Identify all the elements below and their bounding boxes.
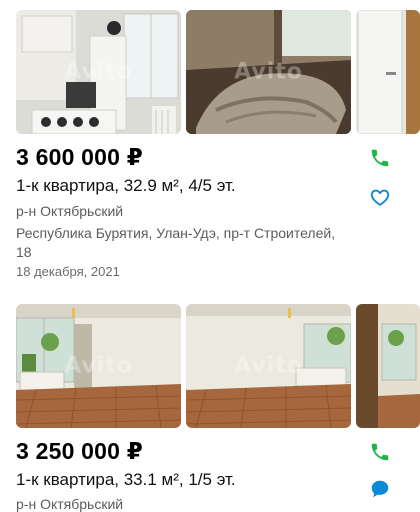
listing-photo[interactable]: Avito bbox=[16, 304, 181, 428]
listing-date: 18 декабря, 2021 bbox=[16, 264, 120, 279]
photo-gallery[interactable]: Avito Avito bbox=[16, 10, 420, 134]
chat-icon[interactable] bbox=[369, 478, 391, 500]
listing-card[interactable]: Avito Avito 3 250 000 ₽ 1-к квартира, 33… bbox=[0, 302, 420, 512]
listing-title[interactable]: 1-к квартира, 32.9 м², 4/5 эт. bbox=[16, 176, 236, 196]
photo-gallery[interactable]: Avito Avito bbox=[16, 304, 420, 428]
listing-district: р-н Октябрьский bbox=[16, 203, 124, 219]
listing-address: Республика Бурятия, Улан-Удэ, пр-т Строи… bbox=[16, 225, 336, 260]
phone-icon[interactable] bbox=[369, 441, 391, 463]
listing-title[interactable]: 1-к квартира, 33.1 м², 1/5 эт. bbox=[16, 470, 236, 490]
listing-photo[interactable] bbox=[356, 304, 420, 428]
listing-photo[interactable] bbox=[356, 10, 420, 134]
listing-card[interactable]: Avito Avito 3 600 000 ₽ 1-к квартира, 32… bbox=[0, 0, 420, 300]
listing-photo[interactable]: Avito bbox=[186, 304, 351, 428]
listing-photo[interactable]: Avito bbox=[186, 10, 351, 134]
phone-icon[interactable] bbox=[369, 147, 391, 169]
listing-price[interactable]: 3 250 000 ₽ bbox=[16, 438, 143, 465]
heart-icon[interactable] bbox=[369, 186, 391, 208]
listing-price[interactable]: 3 600 000 ₽ bbox=[16, 144, 143, 171]
listing-photo[interactable]: Avito bbox=[16, 10, 181, 134]
